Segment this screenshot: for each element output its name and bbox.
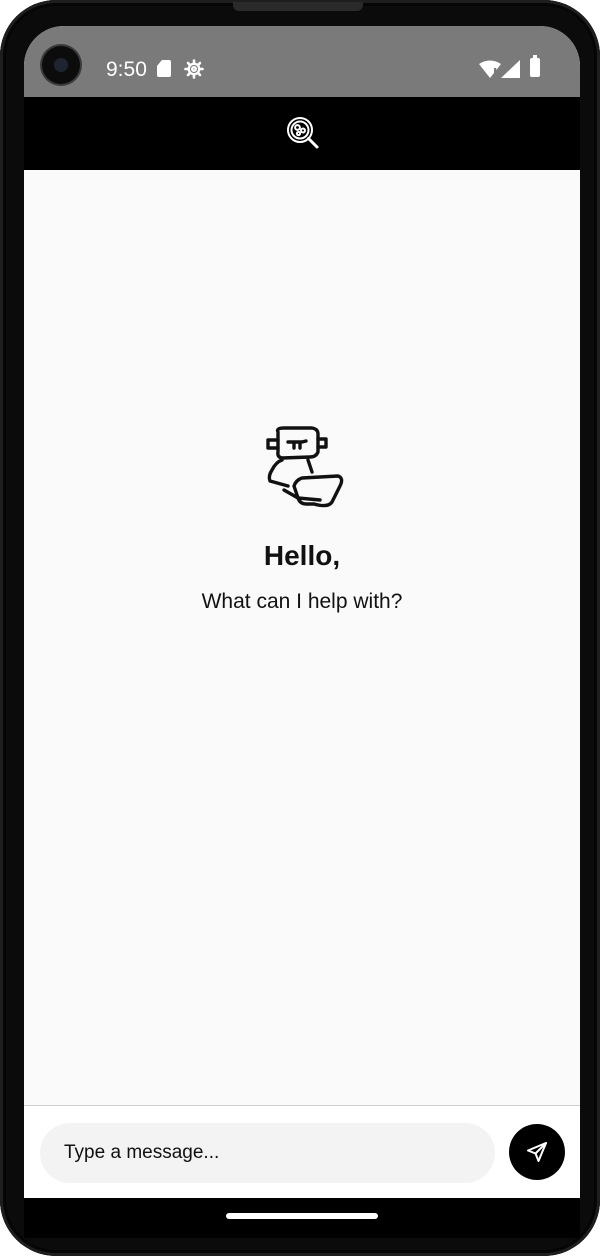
wifi-icon (479, 60, 501, 78)
front-camera (42, 46, 80, 84)
message-input[interactable] (40, 1123, 495, 1183)
battery-icon (530, 55, 540, 77)
greeting-title: Hello, (263, 540, 341, 571)
app-bar (24, 97, 580, 170)
greeting-subtitle: What can I help with? (201, 590, 403, 613)
robot-with-laptop-icon (266, 426, 344, 508)
send-button[interactable] (509, 1124, 565, 1180)
send-icon (527, 1142, 547, 1162)
magnifier-logo-icon (287, 117, 319, 149)
welcome-section: Hello, What can I help with? (24, 424, 580, 614)
sd-card-icon (157, 60, 171, 77)
speaker-grille (233, 2, 363, 11)
home-indicator[interactable] (226, 1213, 378, 1219)
phone-frame: 9:50 Hello, What can I help with? Type a… (0, 0, 600, 1256)
gear-icon (184, 59, 204, 79)
status-time: 9:50 (106, 58, 147, 81)
signal-icon (501, 60, 520, 78)
message-composer (24, 1105, 580, 1198)
navigation-bar (24, 1198, 580, 1238)
status-bar: 9:50 (24, 26, 580, 97)
screen: 9:50 Hello, What can I help with? Type a… (24, 26, 580, 1198)
